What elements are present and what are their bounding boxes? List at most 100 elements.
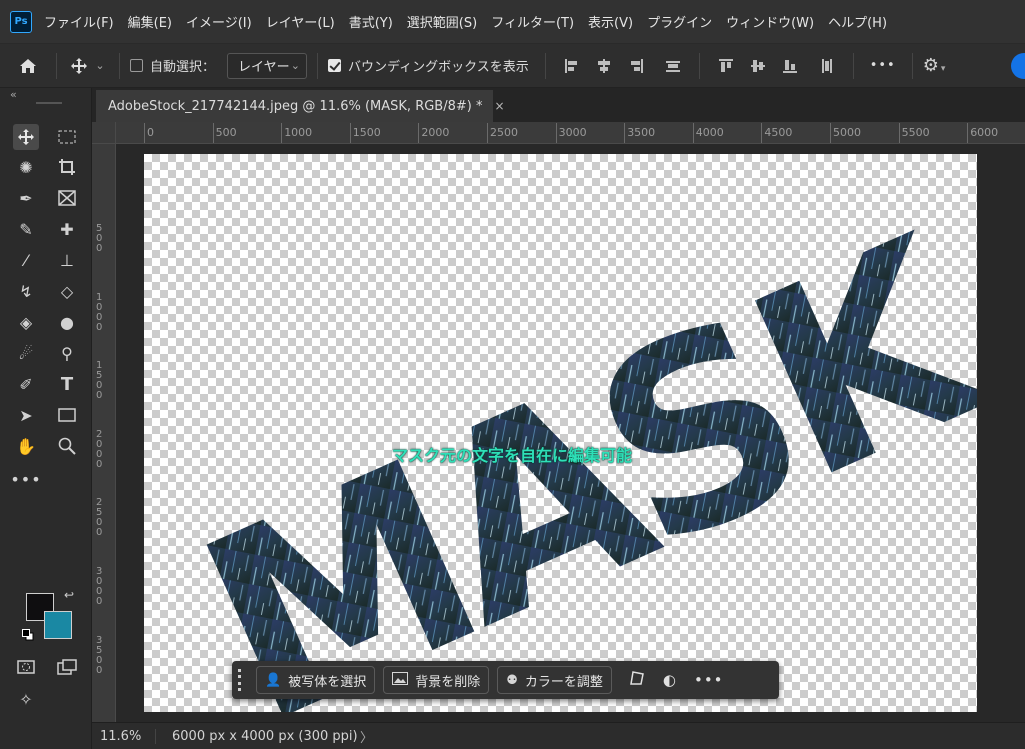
image-icon (392, 671, 409, 689)
align-horizontal-center-icon[interactable] (597, 58, 611, 73)
align-right-icon[interactable] (629, 58, 643, 73)
vertical-ruler[interactable]: 500 1000 1500 2000 2500 3000 3500 (92, 144, 116, 722)
ruler-tick (830, 123, 831, 143)
stamp-icon[interactable]: ⊥ (54, 247, 80, 273)
adjust-color-button[interactable]: ⚉ カラーを調整 (497, 666, 612, 694)
healing-brush-icon[interactable]: ✚ (54, 216, 80, 242)
frame-icon[interactable] (54, 185, 80, 211)
chevron-down-icon[interactable]: ▾ (941, 64, 946, 74)
ruler-tick (761, 123, 763, 143)
taskbar-grip-icon[interactable] (238, 669, 242, 691)
share-button[interactable] (1011, 53, 1025, 79)
menu-bar: Ps ファイル(F) 編集(E) イメージ(I) レイヤー(L) 書式(Y) 選… (0, 0, 1025, 44)
ruler-tick (212, 123, 214, 143)
photoshop-window: Ps ファイル(F) 編集(E) イメージ(I) レイヤー(L) 書式(Y) 選… (0, 0, 1025, 749)
adjustment-layer-icon[interactable]: ◐ (663, 671, 676, 689)
ruler-tick-label: 6000 (970, 126, 999, 139)
ruler-tick (349, 123, 351, 143)
ruler-tick (418, 123, 420, 143)
document-info: 6000 px x 4000 px (300 ppi) (172, 728, 358, 744)
smudge-icon[interactable]: ☄ (13, 340, 39, 366)
background-color-swatch[interactable] (44, 611, 72, 639)
distribute-vertical-icon[interactable] (820, 58, 834, 73)
quick-mask-icon[interactable] (13, 654, 39, 680)
move-icon[interactable] (67, 57, 91, 75)
dodge-icon[interactable]: ⚲ (54, 340, 80, 366)
menu-plugins[interactable]: プラグイン (647, 12, 712, 31)
menu-window[interactable]: ウィンドウ(W) (726, 12, 814, 31)
close-icon[interactable]: × (494, 99, 504, 113)
type-tool-icon[interactable]: T (54, 371, 80, 397)
menu-layer[interactable]: レイヤー(L) (266, 12, 335, 31)
ruler-tick-label: 3000 (558, 126, 587, 139)
auto-select-target-dropdown[interactable]: レイヤー ⌄ (227, 52, 308, 79)
brush-icon[interactable]: ⁄ (13, 247, 39, 273)
swap-colors-icon[interactable]: ↩ (64, 588, 74, 602)
adjust-color-label: カラーを調整 (524, 674, 603, 690)
menu-file[interactable]: ファイル(F) (44, 12, 114, 31)
bounding-box-checkbox[interactable] (328, 59, 342, 72)
remove-background-button[interactable]: 背景を削除 (383, 666, 490, 694)
hand-icon[interactable]: ✋ (13, 433, 39, 459)
crop-icon[interactable] (54, 154, 80, 180)
gear-icon[interactable]: ⚙ (923, 55, 939, 76)
paint-bucket-icon[interactable]: ◈ (13, 309, 39, 335)
ruler-origin[interactable] (92, 122, 116, 144)
pen-icon[interactable]: ✐ (13, 371, 39, 397)
default-colors-icon[interactable] (22, 626, 34, 641)
remove-background-label: 背景を削除 (415, 674, 481, 690)
zoom-icon[interactable] (54, 433, 80, 459)
history-brush-icon[interactable]: ↯ (13, 278, 39, 304)
ruler-tick (692, 123, 694, 143)
options-bar: ⌄ 自動選択： レイヤー ⌄ バウンディングボックスを表示 ••• ⚙ ▾ (0, 44, 1025, 88)
document-tab[interactable]: AdobeStock_217742144.jpeg @ 11.6% (MASK,… (96, 90, 505, 122)
status-bar: 11.6% 6000 px x 4000 px (300 ppi) 〉 (92, 722, 1025, 749)
distribute-horizontal-icon[interactable] (665, 59, 680, 73)
eyedropper-icon[interactable]: ✎ (13, 216, 39, 242)
horizontal-ruler[interactable]: 0 500 1000 1500 2000 2500 3000 3500 4000 4500 5000… (116, 122, 1025, 144)
screen-mode-icon[interactable] (54, 654, 80, 680)
menu-filter[interactable]: フィルター(T) (491, 12, 574, 31)
home-icon[interactable] (10, 58, 46, 74)
rectangle-shape-icon[interactable] (54, 402, 80, 428)
document-canvas[interactable]: MASK マスク元の文字を自在に編集可能 (144, 154, 977, 712)
align-top-icon[interactable] (718, 58, 733, 73)
object-selection-icon[interactable]: ✺ (13, 154, 39, 180)
menu-image[interactable]: イメージ(I) (186, 12, 252, 31)
align-vertical-center-icon[interactable] (750, 59, 765, 73)
document-workspace: MASK マスク元の文字を自在に編集可能 (116, 144, 1025, 722)
blur-drop-icon[interactable]: ● (54, 309, 80, 335)
collapse-panel-icon[interactable]: « (10, 88, 17, 101)
generative-fill-icon[interactable]: ✧ (13, 686, 39, 712)
ruler-tick-label: 4000 (695, 126, 724, 139)
divider (317, 52, 319, 79)
transform-icon[interactable] (629, 670, 645, 690)
path-selection-icon[interactable]: ➤ (13, 402, 39, 428)
ruler-tick (967, 123, 969, 143)
rectangular-marquee-icon[interactable] (54, 124, 80, 150)
align-bottom-icon[interactable] (782, 59, 797, 73)
ruler-tick-label: 1500 (352, 126, 381, 139)
pen-nib-icon[interactable]: ✒ (13, 185, 39, 211)
auto-select-checkbox[interactable] (130, 59, 143, 72)
menu-type[interactable]: 書式(Y) (349, 12, 393, 31)
select-subject-button[interactable]: 👤 被写体を選択 (256, 666, 376, 694)
status-menu-arrow-icon[interactable]: 〉 (360, 727, 373, 746)
photoshop-logo: Ps (10, 10, 32, 33)
menu-edit[interactable]: 編集(E) (128, 12, 172, 31)
align-left-icon[interactable] (564, 58, 579, 73)
chevron-down-icon[interactable]: ⌄ (91, 59, 109, 72)
more-tools-icon[interactable]: ••• (10, 466, 40, 492)
eraser-icon[interactable]: ◇ (54, 278, 80, 304)
taskbar-more-button[interactable]: ••• (694, 671, 724, 689)
panel-grip[interactable] (36, 102, 62, 104)
move-tool-icon[interactable] (13, 124, 39, 150)
ruler-tick-label: 500 (96, 223, 103, 254)
menu-view[interactable]: 表示(V) (588, 12, 633, 31)
menu-select[interactable]: 選択範囲(S) (407, 12, 477, 31)
zoom-level[interactable]: 11.6% (92, 728, 156, 744)
ruler-tick-label: 1000 (96, 291, 103, 333)
menu-help[interactable]: ヘルプ(H) (828, 12, 887, 31)
divider (852, 52, 854, 79)
more-options-button[interactable]: ••• (870, 58, 896, 73)
